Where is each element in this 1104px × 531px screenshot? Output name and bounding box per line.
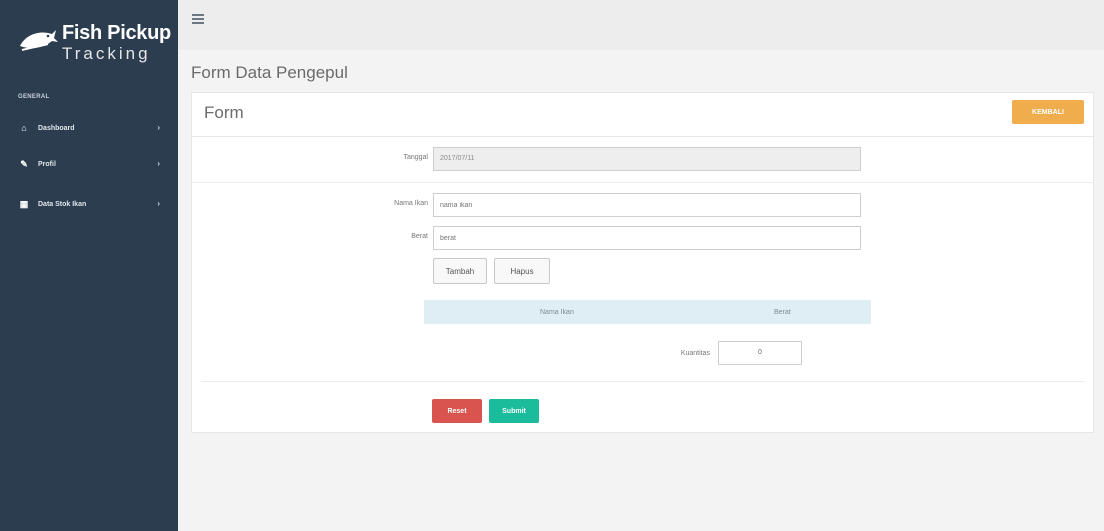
divider — [192, 182, 1093, 183]
nama-ikan-input[interactable] — [433, 193, 861, 217]
brand-subtitle: Tracking — [62, 44, 151, 63]
form-panel: Form KEMBALI Tanggal 2017/07/11 Nama Ika… — [191, 92, 1094, 433]
sidebar-item-label: Data Stok Ikan — [38, 200, 87, 208]
reset-button[interactable]: Reset — [432, 399, 482, 423]
brand-logo[interactable]: Fish Pickup Tracking — [18, 22, 171, 72]
panel-title: Form — [204, 103, 244, 122]
divider — [201, 381, 1085, 382]
panel-header: Form KEMBALI — [192, 93, 1093, 137]
home-icon: ⌂ — [21, 123, 27, 133]
column-header-nama-ikan: Nama Ikan — [540, 308, 574, 316]
sidebar-item-label: Profil — [38, 160, 56, 168]
back-button[interactable]: KEMBALI — [1012, 100, 1084, 124]
sidebar: Fish Pickup Tracking GENERAL ⌂ Dashboard… — [0, 0, 178, 531]
chevron-right-icon: › — [157, 199, 160, 208]
kuantitas-field: 0 — [718, 341, 802, 365]
page-title: Form Data Pengepul — [191, 63, 348, 82]
sidebar-item-data-stok-ikan[interactable]: ▦ Data Stok Ikan › — [0, 192, 178, 216]
sidebar-item-dashboard[interactable]: ⌂ Dashboard › — [0, 116, 178, 140]
kuantitas-label: Kuantitas — [680, 350, 710, 357]
tambah-button[interactable]: Tambah — [433, 258, 487, 284]
chevron-right-icon: › — [157, 159, 160, 168]
content-footer-area — [178, 433, 1104, 531]
nav-heading: GENERAL — [18, 94, 50, 100]
edit-icon: ✎ — [20, 158, 28, 169]
sidebar-item-profil[interactable]: ✎ Profil › — [0, 152, 178, 176]
items-table-header: Nama Ikan Berat — [424, 300, 871, 324]
menu-toggle-icon[interactable] — [192, 14, 204, 24]
table-icon: ▦ — [19, 198, 29, 209]
tanggal-label: Tanggal — [403, 154, 428, 161]
submit-button[interactable]: Submit — [489, 399, 539, 423]
nama-ikan-label: Nama Ikan — [394, 200, 428, 207]
column-header-berat: Berat — [774, 308, 791, 316]
tanggal-field: 2017/07/11 — [433, 147, 861, 171]
brand-title: Fish Pickup — [62, 22, 171, 44]
top-navbar — [178, 0, 1104, 50]
berat-input[interactable] — [433, 226, 861, 250]
fish-icon — [20, 30, 58, 51]
sidebar-item-label: Dashboard — [38, 124, 75, 132]
berat-label: Berat — [411, 233, 428, 240]
chevron-right-icon: › — [157, 123, 160, 132]
hapus-button[interactable]: Hapus — [494, 258, 550, 284]
